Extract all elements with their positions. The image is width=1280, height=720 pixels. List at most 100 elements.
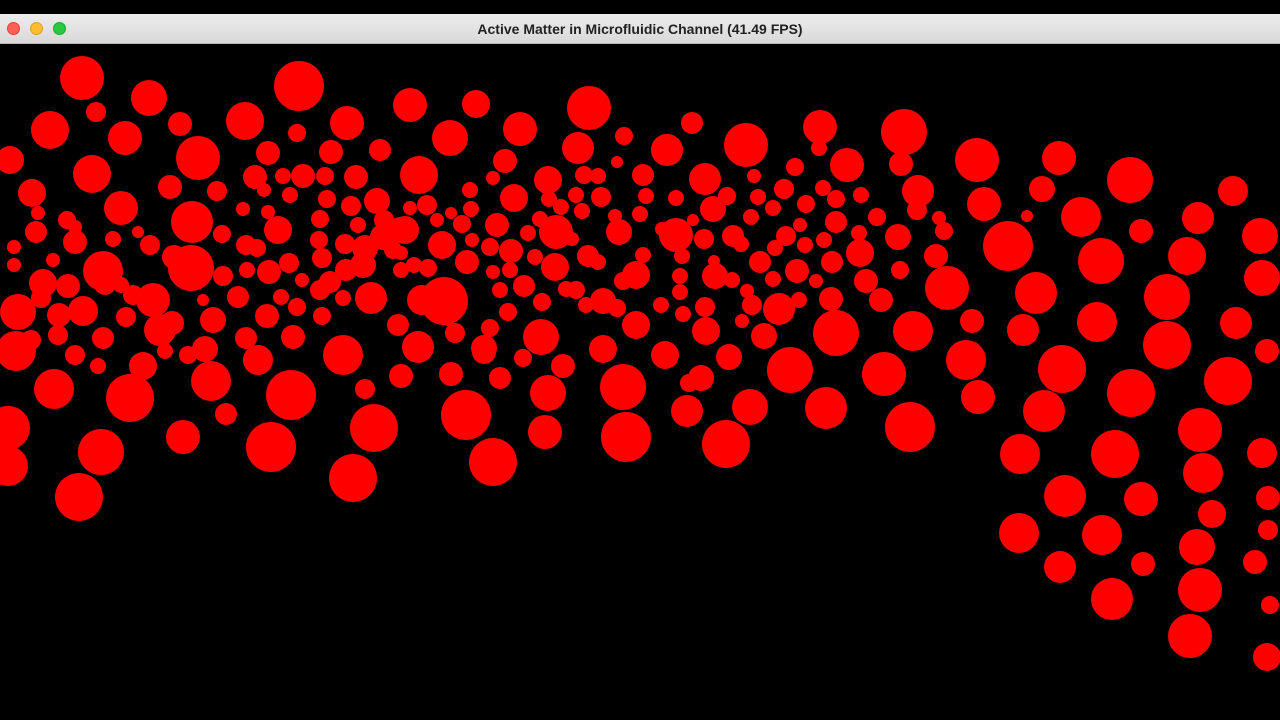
particle [1218, 176, 1248, 206]
particle [702, 420, 750, 468]
particle [68, 220, 82, 234]
particle [31, 206, 45, 220]
particle [513, 275, 535, 297]
particle [797, 195, 815, 213]
particle [387, 314, 409, 336]
particle [750, 189, 766, 205]
particle [600, 364, 646, 410]
particle [902, 175, 934, 207]
particle [0, 446, 28, 486]
particle [246, 422, 296, 472]
particle [688, 365, 714, 391]
particle [528, 415, 562, 449]
particle [502, 262, 518, 278]
particle [469, 438, 517, 486]
particle [803, 110, 837, 144]
particle [65, 345, 85, 365]
particle [967, 187, 1001, 221]
particle [157, 343, 173, 359]
particle [341, 196, 361, 216]
particle [558, 281, 574, 297]
particle [742, 295, 762, 315]
particle [439, 362, 463, 386]
particle [694, 229, 714, 249]
particle [56, 274, 80, 298]
particle [862, 352, 906, 396]
particle [687, 214, 699, 226]
particle [1000, 434, 1040, 474]
particle [197, 294, 209, 306]
particle [869, 288, 893, 312]
particle [489, 367, 511, 389]
particle [674, 248, 690, 264]
particle [166, 420, 200, 454]
particle [1044, 551, 1076, 583]
particle [481, 238, 499, 256]
particle [171, 201, 213, 243]
particle [999, 513, 1039, 553]
particle [350, 252, 376, 278]
particle [406, 257, 422, 273]
particle [767, 347, 813, 393]
particle [503, 112, 537, 146]
particle [577, 245, 599, 267]
particle [393, 88, 427, 122]
particle [403, 201, 417, 215]
particle [534, 166, 562, 194]
particle [767, 240, 783, 256]
particle [689, 163, 721, 195]
particle [532, 211, 548, 227]
particle [160, 311, 184, 335]
particle [1255, 339, 1279, 363]
particle [243, 345, 273, 375]
particle [419, 259, 437, 277]
particle [417, 195, 437, 215]
particle [1131, 552, 1155, 576]
particle [1256, 486, 1280, 510]
particle [672, 268, 688, 284]
particle [574, 203, 590, 219]
particle [1143, 321, 1191, 369]
particle [462, 182, 478, 198]
particle [266, 370, 316, 420]
particle [179, 346, 197, 364]
particle [47, 303, 71, 327]
particle [590, 288, 616, 314]
particle [335, 290, 351, 306]
particle [568, 187, 584, 203]
particle [402, 331, 434, 363]
particle [1107, 157, 1153, 203]
particle [743, 209, 759, 225]
particle [708, 255, 720, 267]
particle [553, 199, 569, 215]
particle [825, 211, 847, 233]
particle [116, 307, 136, 327]
particle [310, 231, 328, 249]
particle [722, 225, 744, 247]
particle [273, 289, 289, 305]
particle [389, 364, 413, 388]
particle [830, 148, 864, 182]
particle [1242, 218, 1278, 254]
particle [462, 90, 490, 118]
simulation-canvas [0, 44, 1280, 720]
particle [319, 271, 341, 293]
particle [1038, 345, 1086, 393]
particle [851, 225, 867, 241]
particle [329, 454, 377, 502]
particle [108, 121, 142, 155]
particle [672, 284, 688, 300]
particle [1247, 438, 1277, 468]
particle [60, 56, 104, 100]
particle [355, 379, 375, 399]
particle [213, 266, 233, 286]
particle [1077, 302, 1117, 342]
particle [257, 183, 271, 197]
title-bar[interactable]: Active Matter in Microfluidic Channel (4… [0, 14, 1280, 44]
particle [541, 253, 569, 281]
particle [1243, 550, 1267, 574]
particle [78, 429, 124, 475]
particle [485, 213, 509, 237]
particle [813, 310, 859, 356]
particle [695, 297, 715, 317]
